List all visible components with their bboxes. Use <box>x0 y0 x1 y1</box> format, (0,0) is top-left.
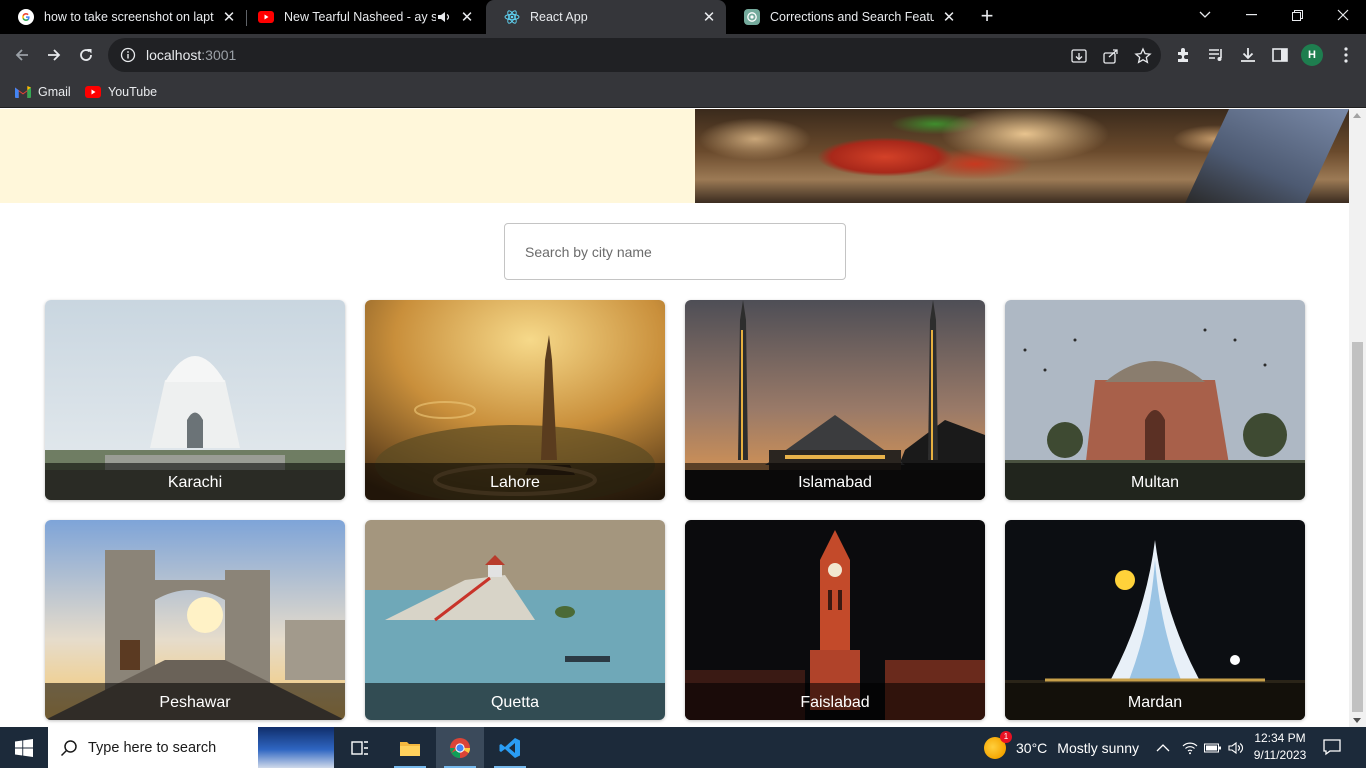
address-bar[interactable]: localhost:3001 <box>108 38 1161 72</box>
tab-youtube-nasheed[interactable]: New Tearful Nasheed - ay shab ✕ <box>240 0 486 34</box>
volume-icon[interactable] <box>1228 727 1244 768</box>
notification-badge: 1 <box>1000 730 1012 743</box>
reload-icon[interactable] <box>72 41 100 69</box>
taskbar-search-box[interactable]: Type here to search <box>48 727 334 768</box>
browser-toolbar: localhost:3001 H <box>0 34 1366 76</box>
city-search-box[interactable] <box>504 223 846 280</box>
bookmark-label: YouTube <box>108 85 158 99</box>
url-host: localhost <box>146 47 202 63</box>
close-window-icon[interactable] <box>1320 0 1366 30</box>
city-name-label: Karachi <box>45 463 345 500</box>
side-panel-icon[interactable] <box>1270 45 1290 65</box>
url-port: :3001 <box>201 47 237 63</box>
site-info-icon[interactable] <box>120 47 136 63</box>
search-highlight-image <box>258 727 334 768</box>
task-view-icon[interactable] <box>336 727 384 768</box>
city-name-label: Islamabad <box>685 463 985 500</box>
page-viewport: Karachi Lahore <box>0 109 1366 727</box>
weather-sun-icon: 1 <box>984 730 1012 759</box>
notification-center-icon[interactable] <box>1322 737 1342 757</box>
close-tab-icon[interactable]: ✕ <box>700 8 718 26</box>
clock-time: 12:34 PM <box>1254 731 1306 745</box>
city-card-islamabad[interactable]: Islamabad <box>685 300 985 500</box>
weather-temp: 30°C <box>1016 739 1048 756</box>
share-icon[interactable] <box>1102 47 1120 65</box>
file-explorer-icon[interactable] <box>386 727 434 768</box>
city-card-lahore[interactable]: Lahore <box>365 300 665 500</box>
extensions-puzzle-icon[interactable] <box>1174 45 1194 65</box>
profile-avatar[interactable]: H <box>1301 44 1323 66</box>
url-text: localhost:3001 <box>146 47 236 63</box>
new-tab-button[interactable]: + <box>976 5 998 28</box>
back-arrow-icon[interactable] <box>8 41 36 69</box>
battery-icon[interactable] <box>1204 727 1222 768</box>
tab-corrections-search[interactable]: Corrections and Search Feature ✕ <box>726 0 966 34</box>
tab-google-search[interactable]: how to take screenshot on laptop ✕ <box>0 0 246 34</box>
bookmark-youtube[interactable]: YouTube <box>85 83 157 101</box>
weather-condition: Mostly sunny <box>1057 739 1139 756</box>
city-card-mardan[interactable]: Mardan <box>1005 520 1305 720</box>
minimize-window-icon[interactable] <box>1228 0 1274 30</box>
bookmark-star-icon[interactable] <box>1134 47 1152 65</box>
restore-window-icon[interactable] <box>1274 0 1320 30</box>
speaker-icon[interactable] <box>436 9 452 25</box>
clock-date: 9/11/2023 <box>1253 748 1307 762</box>
tab-react-app[interactable]: React App ✕ <box>486 0 726 34</box>
city-card-faislabad[interactable]: Faislabad <box>685 520 985 720</box>
hero-banner-text-area <box>0 109 695 203</box>
tab-title: React App <box>530 10 588 24</box>
scrollbar-thumb[interactable] <box>1352 342 1363 712</box>
page-scrollbar[interactable] <box>1349 109 1366 727</box>
weather-widget[interactable]: 1 30°C Mostly sunny <box>984 727 1139 768</box>
vscode-icon[interactable] <box>486 727 534 768</box>
tab-title: how to take screenshot on laptop <box>44 10 214 24</box>
chatgpt-icon <box>744 9 760 25</box>
scroll-down-arrow-icon[interactable] <box>1353 718 1361 723</box>
city-card-peshawar[interactable]: Peshawar <box>45 520 345 720</box>
browser-tab-strip: how to take screenshot on laptop ✕ New T… <box>0 0 1366 34</box>
tab-title: New Tearful Nasheed - ay shab <box>284 10 436 24</box>
show-hidden-icons-chevron-icon[interactable] <box>1156 727 1170 768</box>
chrome-taskbar-icon[interactable] <box>436 727 484 768</box>
close-tab-icon[interactable]: ✕ <box>220 8 238 26</box>
windows-start-icon[interactable] <box>0 727 48 768</box>
downloads-icon[interactable] <box>1238 45 1258 65</box>
city-name-label: Faislabad <box>685 683 985 720</box>
windows-taskbar: Type here to search 1 30°C Mostly sunny … <box>0 727 1366 768</box>
city-card-grid: Karachi Lahore Islamabad Multan Peshawar… <box>45 300 1305 720</box>
city-card-multan[interactable]: Multan <box>1005 300 1305 500</box>
bookmark-gmail[interactable]: Gmail <box>15 83 71 101</box>
city-name-label: Peshawar <box>45 683 345 720</box>
react-icon <box>504 9 520 25</box>
bookmarks-bar: Gmail YouTube <box>0 76 1366 108</box>
taskbar-search-placeholder: Type here to search <box>88 739 217 756</box>
hero-food-image <box>695 109 1349 203</box>
city-card-quetta[interactable]: Quetta <box>365 520 665 720</box>
youtube-icon <box>85 84 101 100</box>
tab-search-dropdown-icon[interactable] <box>1182 0 1228 30</box>
more-menu-icon[interactable] <box>1336 45 1356 65</box>
search-icon <box>60 739 78 757</box>
close-tab-icon[interactable]: ✕ <box>940 8 958 26</box>
city-name-label: Lahore <box>365 463 665 500</box>
bookmark-label: Gmail <box>38 85 71 99</box>
google-icon <box>18 9 34 25</box>
city-search-input[interactable] <box>505 224 845 279</box>
city-card-karachi[interactable]: Karachi <box>45 300 345 500</box>
city-name-label: Quetta <box>365 683 665 720</box>
city-name-label: Multan <box>1005 463 1305 500</box>
city-name-label: Mardan <box>1005 683 1305 720</box>
youtube-icon <box>258 9 274 25</box>
gmail-icon <box>15 84 31 100</box>
install-app-icon[interactable] <box>1070 47 1088 65</box>
forward-arrow-icon[interactable] <box>40 41 68 69</box>
close-tab-icon[interactable]: ✕ <box>458 8 476 26</box>
wifi-icon[interactable] <box>1182 727 1198 768</box>
tab-title: Corrections and Search Feature <box>770 10 934 24</box>
taskbar-clock[interactable]: 12:34 PM 9/11/2023 <box>1250 730 1310 764</box>
scroll-up-arrow-icon[interactable] <box>1353 113 1361 118</box>
media-controls-icon[interactable] <box>1206 45 1226 65</box>
